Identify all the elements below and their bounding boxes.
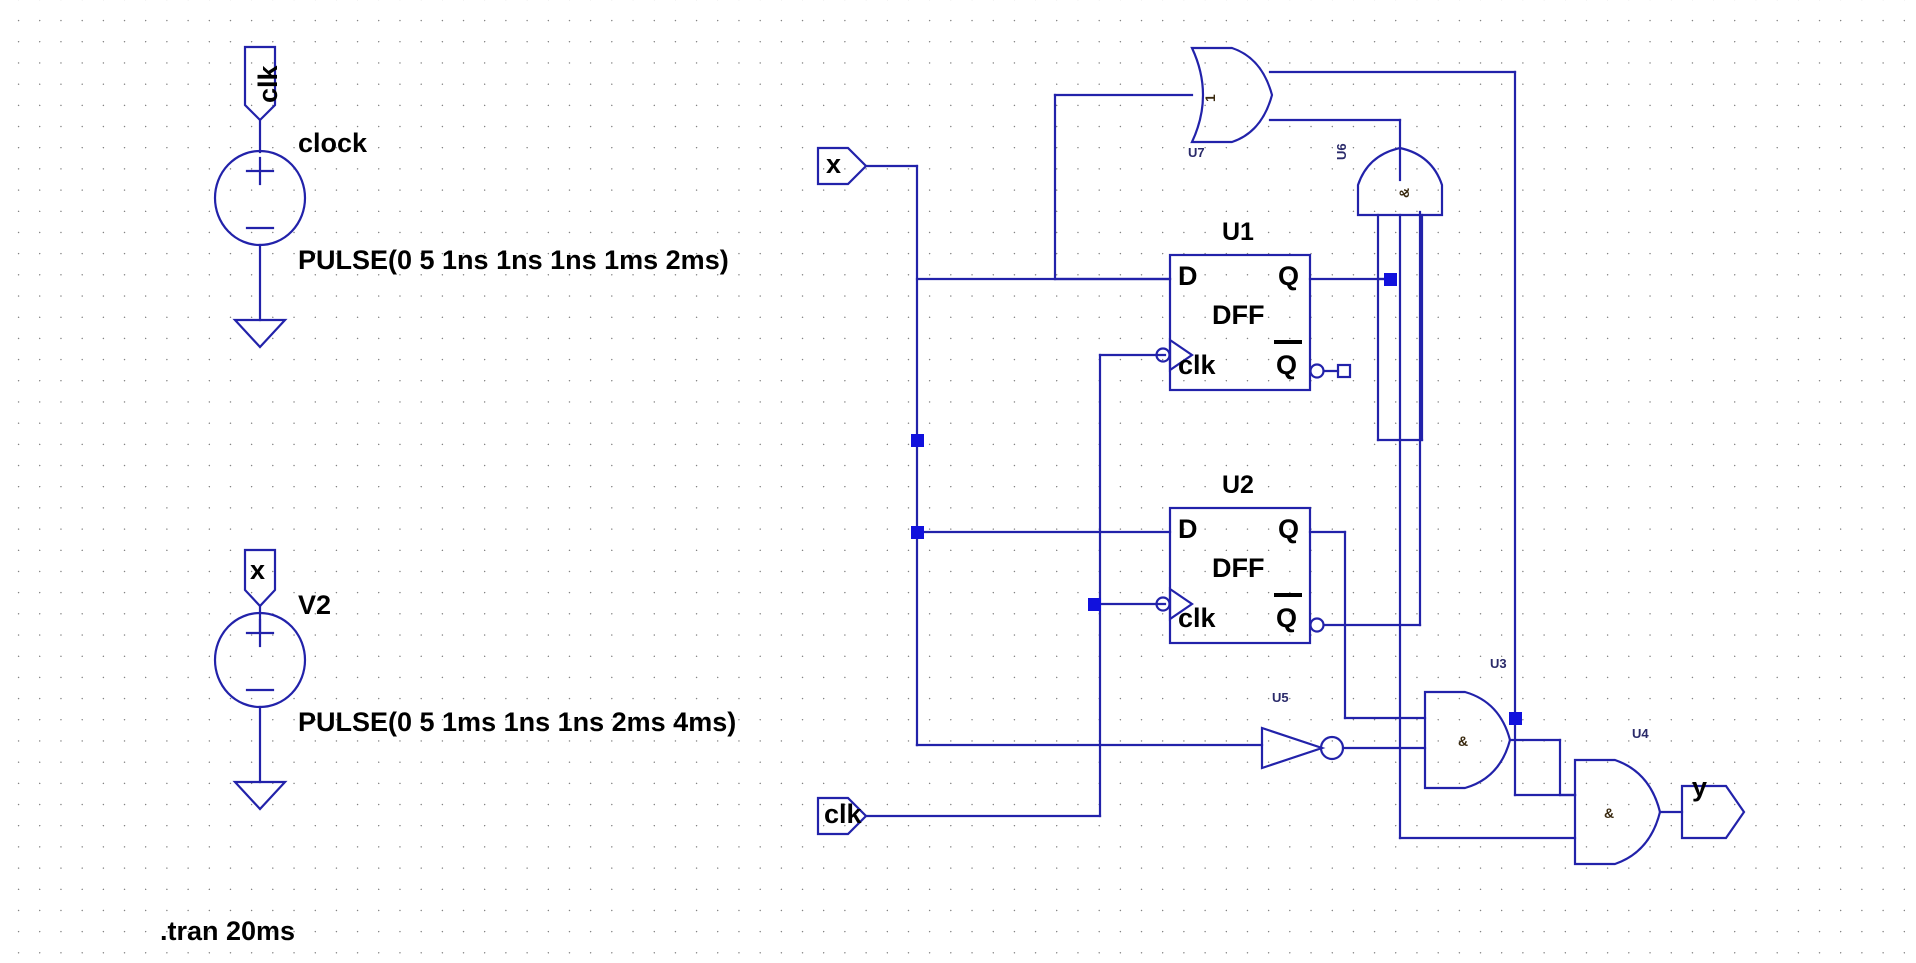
junction-dots <box>911 273 1522 725</box>
u2-qbar-overline <box>1274 593 1302 597</box>
u1-pin-q: Q <box>1278 261 1300 291</box>
x-port-label[interactable]: x <box>826 149 841 180</box>
v2-source-designator[interactable]: V2 <box>298 590 331 621</box>
u4-and-symbol: & <box>1604 805 1615 821</box>
u1-pin-clk: clk <box>1178 350 1216 380</box>
y-port-label[interactable]: y <box>1692 772 1707 803</box>
u2-pin-d: D <box>1178 514 1198 544</box>
clock-source-designator[interactable]: clock <box>298 128 367 159</box>
u1-pin-qbar: Q <box>1276 350 1298 380</box>
u7-designator[interactable]: U7 <box>1188 145 1205 160</box>
u1-qbar-noconnect-box <box>1336 363 1352 379</box>
u3-designator[interactable]: U3 <box>1490 656 1507 671</box>
u1-designator[interactable]: U1 <box>1222 218 1254 247</box>
x-flag-label[interactable]: x <box>250 555 265 586</box>
u2-pin-clk: clk <box>1178 603 1216 633</box>
clk-port-label[interactable]: clk <box>824 799 862 830</box>
junction-x-u2 <box>911 526 924 539</box>
clock-ground-symbol <box>232 318 288 349</box>
u5-designator[interactable]: U5 <box>1272 690 1289 705</box>
junction-x-u1 <box>911 434 924 447</box>
u7-or-symbol: 1 <box>1202 94 1218 102</box>
u4-designator[interactable]: U4 <box>1632 726 1649 741</box>
u6-designator[interactable]: U6 <box>1334 143 1349 160</box>
u2-designator[interactable]: U2 <box>1222 471 1254 500</box>
u1-pin-d: D <box>1178 261 1198 291</box>
u5-inv-body <box>1260 726 1326 770</box>
schematic-wires-layer <box>213 45 1746 866</box>
u3-and-symbol: & <box>1458 733 1469 749</box>
u4-and-body <box>1573 758 1662 866</box>
u1-qbar-bubble <box>1309 363 1325 379</box>
u2-pin-q: Q <box>1278 514 1300 544</box>
u2-qbar-bubble <box>1309 617 1325 633</box>
v2-source-value[interactable]: PULSE(0 5 1ms 1ns 1ns 2ms 4ms) <box>298 707 736 738</box>
u1-type-label: DFF <box>1212 300 1265 330</box>
junction-u1-q <box>1384 273 1397 286</box>
clock-source-value[interactable]: PULSE(0 5 1ns 1ns 1ns 1ms 2ms) <box>298 245 729 276</box>
u2-pin-qbar: Q <box>1276 603 1298 633</box>
junction-clk-u2 <box>1088 598 1101 611</box>
clk-flag-label[interactable]: clk <box>253 65 284 103</box>
tran-directive[interactable]: .tran 20ms <box>160 916 295 947</box>
u2-type-label: DFF <box>1212 553 1265 583</box>
schematic-canvas[interactable]: clk clock PULSE(0 5 1ns 1ns 1ns 1ms 2ms)… <box>0 0 1916 963</box>
u6-and-symbol: & <box>1396 187 1412 198</box>
v2-ground-symbol <box>232 780 288 811</box>
junction-u3-out <box>1509 712 1522 725</box>
u1-qbar-overline <box>1274 340 1302 344</box>
